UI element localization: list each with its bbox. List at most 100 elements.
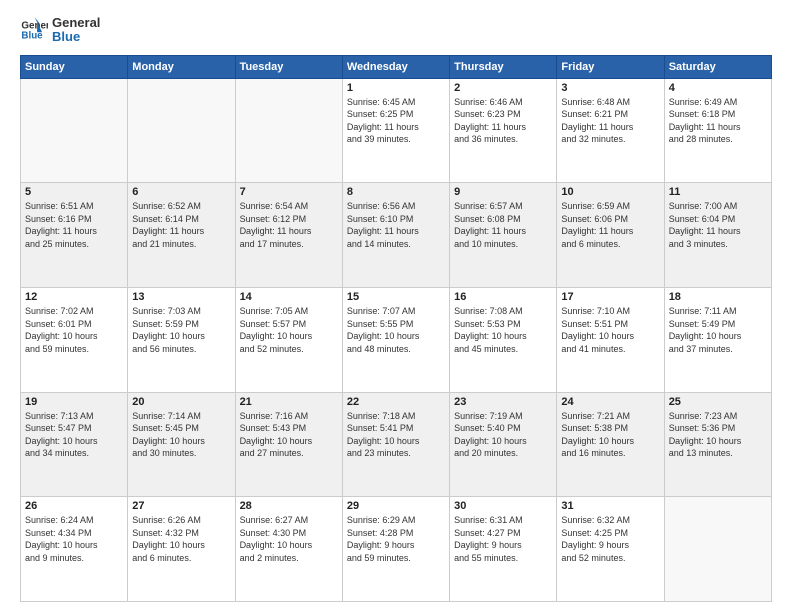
day-number: 3 bbox=[561, 82, 659, 94]
day-info: Sunrise: 7:11 AM Sunset: 5:49 PM Dayligh… bbox=[669, 305, 767, 355]
weekday-header-sunday: Sunday bbox=[21, 55, 128, 78]
day-number: 18 bbox=[669, 291, 767, 303]
day-info: Sunrise: 7:05 AM Sunset: 5:57 PM Dayligh… bbox=[240, 305, 338, 355]
calendar-cell: 22Sunrise: 7:18 AM Sunset: 5:41 PM Dayli… bbox=[342, 392, 449, 497]
day-info: Sunrise: 7:23 AM Sunset: 5:36 PM Dayligh… bbox=[669, 410, 767, 460]
day-number: 30 bbox=[454, 500, 552, 512]
day-info: Sunrise: 7:16 AM Sunset: 5:43 PM Dayligh… bbox=[240, 410, 338, 460]
calendar-cell: 30Sunrise: 6:31 AM Sunset: 4:27 PM Dayli… bbox=[450, 497, 557, 602]
calendar-cell: 28 Sunrise: 6:27 AM Sunset: 4:30 PM Dayli… bbox=[235, 497, 342, 602]
calendar-row-1: 5Sunrise: 6:51 AM Sunset: 6:16 PM Daylig… bbox=[21, 183, 772, 288]
day-number: 16 bbox=[454, 291, 552, 303]
day-number: 5 bbox=[25, 186, 123, 198]
calendar-cell: 5Sunrise: 6:51 AM Sunset: 6:16 PM Daylig… bbox=[21, 183, 128, 288]
weekday-header-monday: Monday bbox=[128, 55, 235, 78]
calendar-row-2: 12 Sunrise: 7:02 AM Sunset: 6:01 PM Dayli… bbox=[21, 287, 772, 392]
calendar-cell bbox=[21, 78, 128, 183]
calendar-cell: 4Sunrise: 6:49 AM Sunset: 6:18 PM Daylig… bbox=[664, 78, 771, 183]
day-number: 20 bbox=[132, 396, 230, 408]
calendar-cell: 20 Sunrise: 7:14 AM Sunset: 5:45 PM Dayli… bbox=[128, 392, 235, 497]
day-number: 31 bbox=[561, 500, 659, 512]
calendar-cell: 10 Sunrise: 6:59 AM Sunset: 6:06 PM Dayli… bbox=[557, 183, 664, 288]
calendar-cell: 13 Sunrise: 7:03 AM Sunset: 5:59 PM Dayli… bbox=[128, 287, 235, 392]
day-info: Sunrise: 7:14 AM Sunset: 5:45 PM Dayligh… bbox=[132, 410, 230, 460]
weekday-header-saturday: Saturday bbox=[664, 55, 771, 78]
day-info: Sunrise: 6:54 AM Sunset: 6:12 PM Dayligh… bbox=[240, 200, 338, 250]
day-info: Sunrise: 7:21 AM Sunset: 5:38 PM Dayligh… bbox=[561, 410, 659, 460]
calendar-cell: 25 Sunrise: 7:23 AM Sunset: 5:36 PM Dayli… bbox=[664, 392, 771, 497]
weekday-header-wednesday: Wednesday bbox=[342, 55, 449, 78]
day-number: 21 bbox=[240, 396, 338, 408]
page: General Blue General Blue SundayMondayTu… bbox=[0, 0, 792, 612]
calendar-cell: 8 Sunrise: 6:56 AM Sunset: 6:10 PM Daylig… bbox=[342, 183, 449, 288]
day-info: Sunrise: 7:03 AM Sunset: 5:59 PM Dayligh… bbox=[132, 305, 230, 355]
calendar-cell: 26 Sunrise: 6:24 AM Sunset: 4:34 PM Dayli… bbox=[21, 497, 128, 602]
day-number: 7 bbox=[240, 186, 338, 198]
day-number: 4 bbox=[669, 82, 767, 94]
calendar-cell: 2 Sunrise: 6:46 AM Sunset: 6:23 PM Daylig… bbox=[450, 78, 557, 183]
day-info: Sunrise: 6:27 AM Sunset: 4:30 PM Dayligh… bbox=[240, 514, 338, 564]
calendar-cell: 24 Sunrise: 7:21 AM Sunset: 5:38 PM Dayli… bbox=[557, 392, 664, 497]
calendar-row-3: 19 Sunrise: 7:13 AM Sunset: 5:47 PM Dayli… bbox=[21, 392, 772, 497]
weekday-header-row: SundayMondayTuesdayWednesdayThursdayFrid… bbox=[21, 55, 772, 78]
day-info: Sunrise: 6:59 AM Sunset: 6:06 PM Dayligh… bbox=[561, 200, 659, 250]
calendar-row-4: 26 Sunrise: 6:24 AM Sunset: 4:34 PM Dayli… bbox=[21, 497, 772, 602]
day-info: Sunrise: 7:08 AM Sunset: 5:53 PM Dayligh… bbox=[454, 305, 552, 355]
day-number: 24 bbox=[561, 396, 659, 408]
day-number: 11 bbox=[669, 186, 767, 198]
day-number: 9 bbox=[454, 186, 552, 198]
day-info: Sunrise: 6:56 AM Sunset: 6:10 PM Dayligh… bbox=[347, 200, 445, 250]
calendar-cell: 27 Sunrise: 6:26 AM Sunset: 4:32 PM Dayli… bbox=[128, 497, 235, 602]
day-info: Sunrise: 6:52 AM Sunset: 6:14 PM Dayligh… bbox=[132, 200, 230, 250]
calendar-table: SundayMondayTuesdayWednesdayThursdayFrid… bbox=[20, 55, 772, 602]
day-info: Sunrise: 6:24 AM Sunset: 4:34 PM Dayligh… bbox=[25, 514, 123, 564]
weekday-header-tuesday: Tuesday bbox=[235, 55, 342, 78]
calendar-cell: 19 Sunrise: 7:13 AM Sunset: 5:47 PM Dayli… bbox=[21, 392, 128, 497]
day-number: 13 bbox=[132, 291, 230, 303]
day-number: 8 bbox=[347, 186, 445, 198]
day-number: 6 bbox=[132, 186, 230, 198]
day-info: Sunrise: 7:02 AM Sunset: 6:01 PM Dayligh… bbox=[25, 305, 123, 355]
calendar-cell: 1 Sunrise: 6:45 AM Sunset: 6:25 PM Daylig… bbox=[342, 78, 449, 183]
day-info: Sunrise: 7:13 AM Sunset: 5:47 PM Dayligh… bbox=[25, 410, 123, 460]
calendar-cell: 6 Sunrise: 6:52 AM Sunset: 6:14 PM Daylig… bbox=[128, 183, 235, 288]
day-number: 10 bbox=[561, 186, 659, 198]
day-info: Sunrise: 6:57 AM Sunset: 6:08 PM Dayligh… bbox=[454, 200, 552, 250]
calendar-cell: 31Sunrise: 6:32 AM Sunset: 4:25 PM Dayli… bbox=[557, 497, 664, 602]
calendar-cell: 29Sunrise: 6:29 AM Sunset: 4:28 PM Dayli… bbox=[342, 497, 449, 602]
weekday-header-thursday: Thursday bbox=[450, 55, 557, 78]
calendar-cell: 14 Sunrise: 7:05 AM Sunset: 5:57 PM Dayli… bbox=[235, 287, 342, 392]
day-number: 26 bbox=[25, 500, 123, 512]
calendar-cell bbox=[128, 78, 235, 183]
calendar-cell: 3 Sunrise: 6:48 AM Sunset: 6:21 PM Daylig… bbox=[557, 78, 664, 183]
day-number: 19 bbox=[25, 396, 123, 408]
logo: General Blue General Blue bbox=[20, 16, 100, 45]
calendar-cell: 7 Sunrise: 6:54 AM Sunset: 6:12 PM Daylig… bbox=[235, 183, 342, 288]
day-info: Sunrise: 6:26 AM Sunset: 4:32 PM Dayligh… bbox=[132, 514, 230, 564]
day-number: 2 bbox=[454, 82, 552, 94]
day-info: Sunrise: 7:10 AM Sunset: 5:51 PM Dayligh… bbox=[561, 305, 659, 355]
day-number: 27 bbox=[132, 500, 230, 512]
day-info: Sunrise: 7:07 AM Sunset: 5:55 PM Dayligh… bbox=[347, 305, 445, 355]
calendar-cell: 23Sunrise: 7:19 AM Sunset: 5:40 PM Dayli… bbox=[450, 392, 557, 497]
day-number: 28 bbox=[240, 500, 338, 512]
day-info: Sunrise: 6:29 AM Sunset: 4:28 PM Dayligh… bbox=[347, 514, 445, 564]
day-number: 25 bbox=[669, 396, 767, 408]
day-info: Sunrise: 6:46 AM Sunset: 6:23 PM Dayligh… bbox=[454, 96, 552, 146]
calendar-cell: 15Sunrise: 7:07 AM Sunset: 5:55 PM Dayli… bbox=[342, 287, 449, 392]
day-info: Sunrise: 7:19 AM Sunset: 5:40 PM Dayligh… bbox=[454, 410, 552, 460]
calendar-cell: 17 Sunrise: 7:10 AM Sunset: 5:51 PM Dayli… bbox=[557, 287, 664, 392]
day-info: Sunrise: 6:45 AM Sunset: 6:25 PM Dayligh… bbox=[347, 96, 445, 146]
day-info: Sunrise: 6:48 AM Sunset: 6:21 PM Dayligh… bbox=[561, 96, 659, 146]
day-number: 14 bbox=[240, 291, 338, 303]
day-number: 17 bbox=[561, 291, 659, 303]
weekday-header-friday: Friday bbox=[557, 55, 664, 78]
calendar-row-0: 1 Sunrise: 6:45 AM Sunset: 6:25 PM Daylig… bbox=[21, 78, 772, 183]
day-info: Sunrise: 7:00 AM Sunset: 6:04 PM Dayligh… bbox=[669, 200, 767, 250]
calendar-cell: 9 Sunrise: 6:57 AM Sunset: 6:08 PM Daylig… bbox=[450, 183, 557, 288]
day-number: 12 bbox=[25, 291, 123, 303]
calendar-cell: 21 Sunrise: 7:16 AM Sunset: 5:43 PM Dayli… bbox=[235, 392, 342, 497]
logo-general: General bbox=[52, 16, 100, 30]
calendar-cell bbox=[664, 497, 771, 602]
day-number: 1 bbox=[347, 82, 445, 94]
